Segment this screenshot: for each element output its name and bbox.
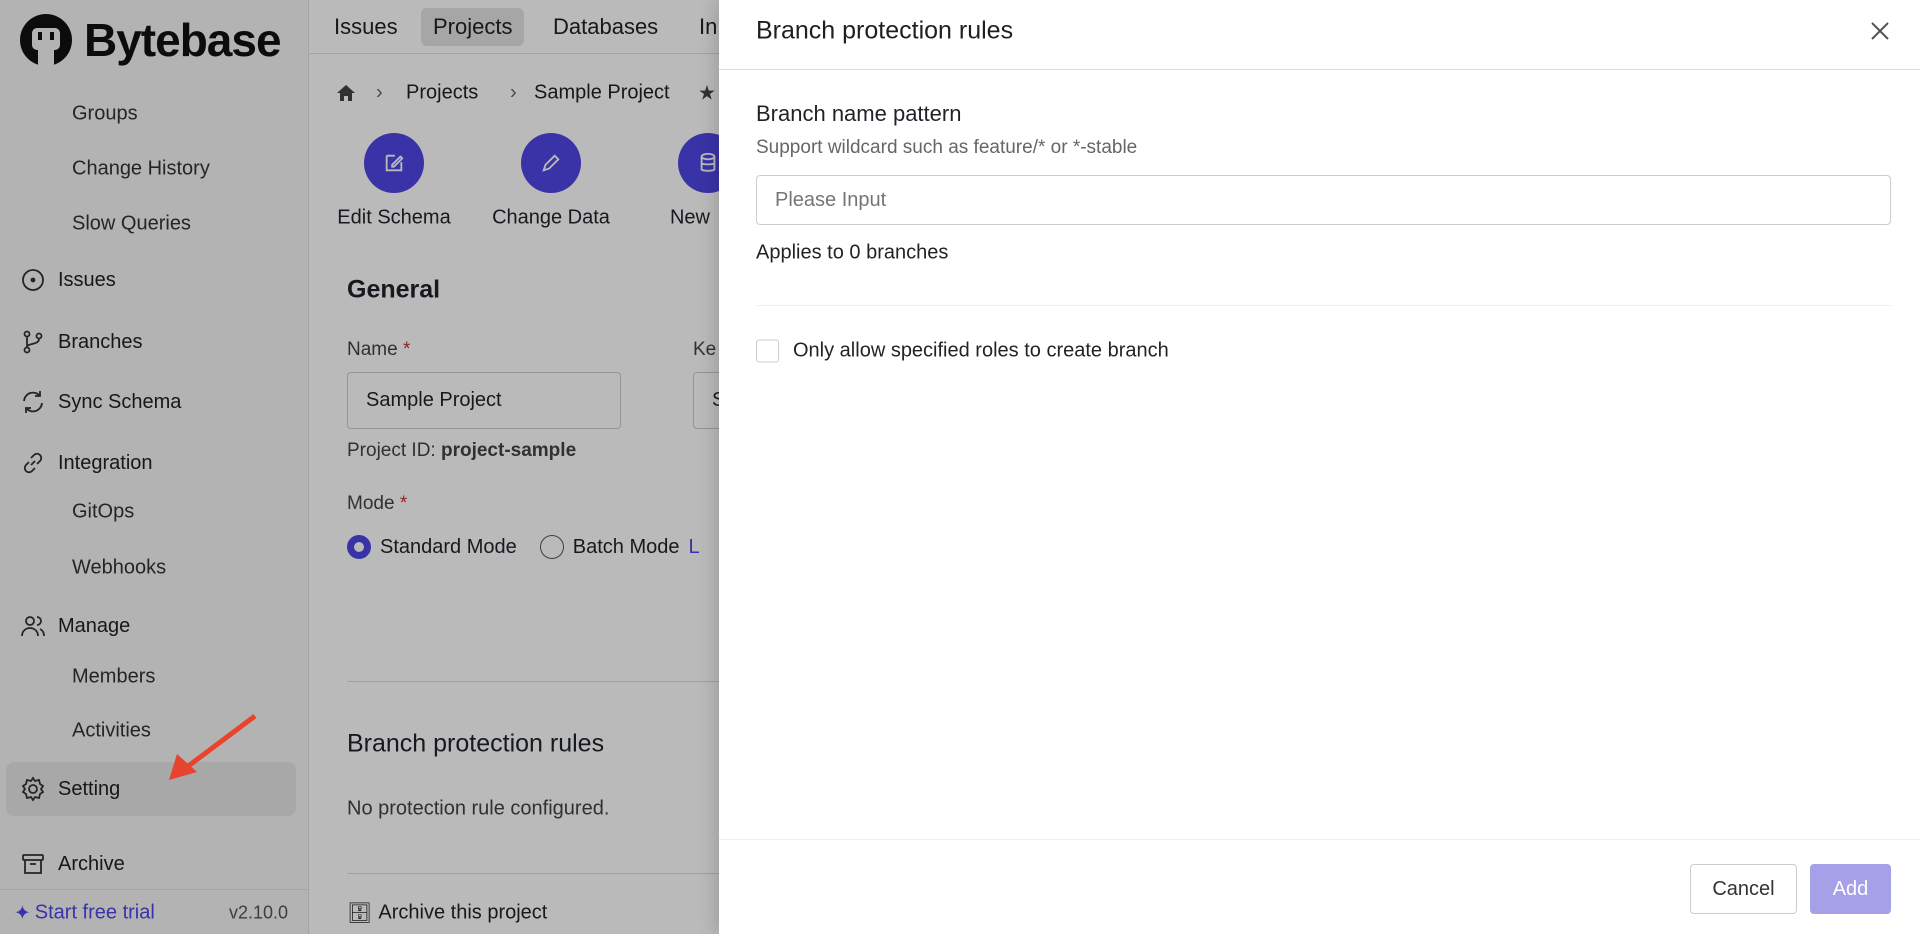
annotation-arrow-icon — [169, 714, 257, 780]
drawer-title: Branch protection rules — [756, 16, 1014, 45]
divider — [756, 305, 1891, 306]
pattern-label: Branch name pattern — [756, 101, 962, 126]
roles-checkbox-row[interactable]: Only allow specified roles to create bra… — [756, 339, 1169, 363]
cancel-button[interactable]: Cancel — [1690, 864, 1797, 914]
branch-pattern-input[interactable] — [756, 175, 1891, 225]
divider — [719, 839, 1920, 840]
add-button[interactable]: Add — [1810, 864, 1891, 914]
checkbox[interactable] — [756, 339, 779, 363]
branch-rules-drawer: Branch protection rules Branch name patt… — [719, 0, 1920, 934]
pattern-hint: Support wildcard such as feature/* or *-… — [756, 137, 1138, 158]
applies-count: Applies to 0 branches — [756, 241, 949, 264]
modal-overlay[interactable] — [0, 0, 719, 934]
divider — [719, 69, 1920, 70]
close-icon[interactable] — [1867, 18, 1893, 44]
